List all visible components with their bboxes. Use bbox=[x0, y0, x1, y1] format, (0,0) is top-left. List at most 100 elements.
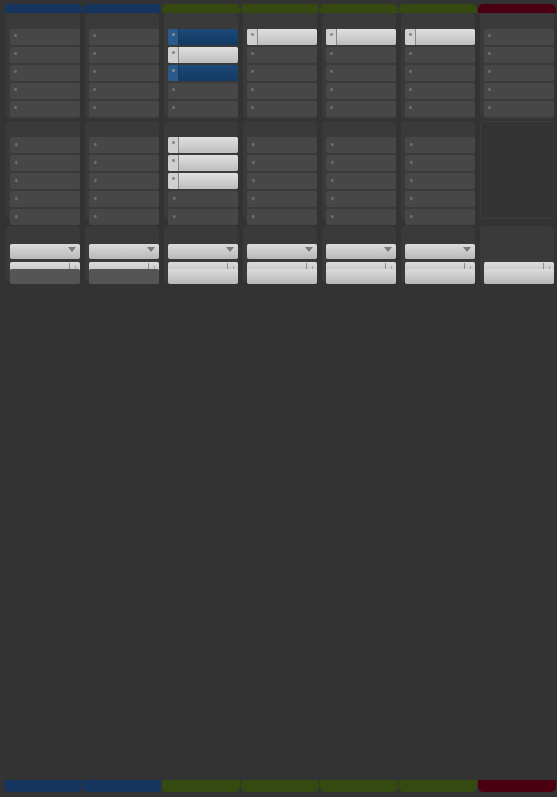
send-slot-empty[interactable]: ➧ bbox=[10, 137, 80, 153]
send-slot-empty[interactable]: ➧ bbox=[89, 191, 159, 207]
insert-slot-empty[interactable] bbox=[247, 47, 317, 63]
bypass-tab[interactable] bbox=[168, 65, 179, 81]
send-slot-empty[interactable]: ➧ bbox=[247, 173, 317, 189]
insert-slot-empty[interactable] bbox=[89, 101, 159, 117]
input-selector[interactable] bbox=[10, 244, 80, 259]
insert-slot-empty[interactable] bbox=[484, 83, 554, 99]
send-arrow-icon: ➧ bbox=[329, 212, 336, 221]
track-color-bar-top bbox=[4, 4, 82, 13]
send-slot-empty[interactable]: ➧ bbox=[326, 137, 396, 153]
send-slot[interactable] bbox=[168, 137, 238, 153]
send-slot-empty[interactable]: ➧ bbox=[247, 191, 317, 207]
send-tab[interactable] bbox=[168, 137, 179, 153]
send-slot-empty[interactable]: ➧ bbox=[405, 191, 475, 207]
insert-slot-empty[interactable] bbox=[484, 65, 554, 81]
automation-mode-selector[interactable] bbox=[484, 269, 554, 284]
automation-mode-selector[interactable] bbox=[89, 269, 159, 284]
send-slot-empty[interactable]: ➧ bbox=[326, 209, 396, 225]
send-arrow-icon: ➧ bbox=[408, 212, 415, 221]
send-slot-empty[interactable]: ➧ bbox=[89, 173, 159, 189]
auto-panel bbox=[164, 283, 238, 291]
insert-slot-empty[interactable] bbox=[10, 101, 80, 117]
send-slot-empty[interactable]: ➧ bbox=[405, 173, 475, 189]
insert-slot-empty[interactable] bbox=[484, 101, 554, 117]
bypass-tab[interactable] bbox=[168, 29, 179, 45]
send-slot-empty[interactable]: ➧ bbox=[10, 209, 80, 225]
automation-mode-selector[interactable] bbox=[168, 269, 238, 284]
insert-slot-empty[interactable] bbox=[168, 101, 238, 117]
insert-slot-empty[interactable] bbox=[326, 47, 396, 63]
send-tab[interactable] bbox=[168, 173, 179, 189]
bypass-tab[interactable] bbox=[247, 29, 258, 45]
send-slot-empty[interactable]: ➧ bbox=[89, 137, 159, 153]
send-slot-empty[interactable]: ➧ bbox=[405, 155, 475, 171]
insert-slot-empty[interactable] bbox=[326, 65, 396, 81]
automation-mode-selector[interactable] bbox=[10, 269, 80, 284]
send-slot-empty[interactable]: ➧ bbox=[326, 155, 396, 171]
insert-slot-empty[interactable] bbox=[405, 47, 475, 63]
input-selector[interactable] bbox=[405, 244, 475, 259]
insert-slot-empty[interactable] bbox=[168, 83, 238, 99]
automation-mode-selector[interactable] bbox=[326, 269, 396, 284]
insert-slot-plugin[interactable] bbox=[168, 29, 238, 45]
automation-mode-selector[interactable] bbox=[247, 269, 317, 284]
send-slot-empty[interactable]: ➧ bbox=[10, 173, 80, 189]
insert-dot-icon bbox=[330, 70, 333, 73]
input-selector[interactable] bbox=[326, 244, 396, 259]
send-slot[interactable] bbox=[168, 173, 238, 189]
insert-slot-empty[interactable] bbox=[484, 47, 554, 63]
dropdown-caret-icon bbox=[384, 247, 392, 252]
insert-slot-empty[interactable] bbox=[326, 83, 396, 99]
insert-slot-plugin[interactable] bbox=[168, 65, 238, 81]
insert-slot-empty[interactable] bbox=[247, 101, 317, 117]
send-slot-empty[interactable]: ➧ bbox=[247, 155, 317, 171]
auto-panel bbox=[6, 283, 80, 291]
input-selector[interactable] bbox=[89, 244, 159, 259]
insert-slot-empty[interactable] bbox=[326, 101, 396, 117]
bypass-tab[interactable] bbox=[326, 29, 337, 45]
send-slot-empty[interactable]: ➧ bbox=[326, 173, 396, 189]
insert-slot-empty[interactable] bbox=[10, 65, 80, 81]
automation-mode-selector[interactable] bbox=[405, 269, 475, 284]
send-slot-empty[interactable]: ➧ bbox=[10, 191, 80, 207]
insert-slot-empty[interactable] bbox=[405, 83, 475, 99]
insert-dot-icon bbox=[488, 34, 491, 37]
track-color-bar-top bbox=[241, 4, 319, 13]
send-tab[interactable] bbox=[168, 155, 179, 171]
insert-dot-icon bbox=[251, 70, 254, 73]
send-slot-empty[interactable]: ➧ bbox=[168, 191, 238, 207]
insert-slot-plugin[interactable] bbox=[405, 29, 475, 45]
send-slot-empty[interactable]: ➧ bbox=[168, 209, 238, 225]
insert-slot-empty[interactable] bbox=[405, 65, 475, 81]
insert-slot-empty[interactable] bbox=[89, 47, 159, 63]
send-slot-empty[interactable]: ➧ bbox=[89, 155, 159, 171]
send-slot-empty[interactable]: ➧ bbox=[247, 137, 317, 153]
insert-slot-plugin[interactable] bbox=[168, 47, 238, 63]
send-slot-empty[interactable]: ➧ bbox=[405, 137, 475, 153]
input-selector[interactable] bbox=[247, 244, 317, 259]
insert-slot-empty[interactable] bbox=[10, 29, 80, 45]
insert-slot-empty[interactable] bbox=[247, 65, 317, 81]
send-slot-empty[interactable]: ➧ bbox=[326, 191, 396, 207]
insert-slot-empty[interactable] bbox=[10, 83, 80, 99]
track-color-bar-bottom bbox=[162, 780, 240, 792]
insert-slot-empty[interactable] bbox=[89, 83, 159, 99]
insert-slot-empty[interactable] bbox=[484, 29, 554, 45]
input-selector[interactable] bbox=[168, 244, 238, 259]
bypass-tab[interactable] bbox=[168, 47, 179, 63]
send-slot-empty[interactable]: ➧ bbox=[89, 209, 159, 225]
insert-slot-empty[interactable] bbox=[89, 65, 159, 81]
insert-slot-empty[interactable] bbox=[10, 47, 80, 63]
insert-slot-empty[interactable] bbox=[405, 101, 475, 117]
dropdown-caret-icon bbox=[463, 247, 471, 252]
send-slot[interactable] bbox=[168, 155, 238, 171]
send-arrow-icon: ➧ bbox=[171, 212, 178, 221]
send-slot-empty[interactable]: ➧ bbox=[405, 209, 475, 225]
insert-slot-plugin[interactable] bbox=[326, 29, 396, 45]
insert-slot-empty[interactable] bbox=[247, 83, 317, 99]
send-slot-empty[interactable]: ➧ bbox=[247, 209, 317, 225]
bypass-tab[interactable] bbox=[405, 29, 416, 45]
insert-slot-plugin[interactable] bbox=[247, 29, 317, 45]
send-slot-empty[interactable]: ➧ bbox=[10, 155, 80, 171]
insert-slot-empty[interactable] bbox=[89, 29, 159, 45]
